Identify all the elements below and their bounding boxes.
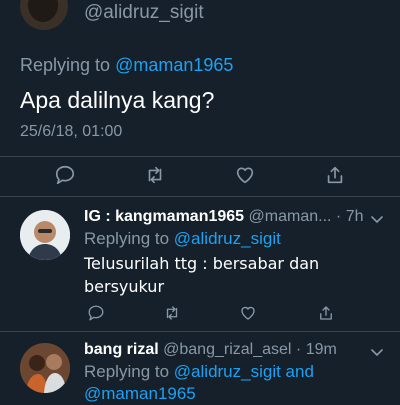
reply-header: bang rizal @bang_rizal_asel · 19m <box>84 341 384 359</box>
replying-to-handle-2[interactable]: @maman1965 <box>84 383 196 405</box>
replying-to-handle[interactable]: @maman1965 <box>115 55 233 75</box>
reply-tweet[interactable]: bang rizal @bang_rizal_asel · 19m Replyi… <box>0 341 400 403</box>
share-icon <box>320 306 332 320</box>
retweet-icon <box>148 166 162 184</box>
share-icon <box>327 166 343 184</box>
retweet-button[interactable] <box>140 160 170 190</box>
tweet-time: 19m <box>305 341 337 358</box>
tweet-text: Apa dalilnya kang? <box>20 87 215 113</box>
like-icon <box>241 306 255 320</box>
replying-to-line: Replying to @maman1965 <box>20 55 233 76</box>
tweet-action-bar <box>0 160 400 190</box>
tweet-action-bar <box>84 301 374 325</box>
dot-separator: · <box>291 341 306 358</box>
reply-button[interactable] <box>50 160 80 190</box>
replying-to-label: Replying to <box>84 229 170 248</box>
share-button[interactable] <box>314 301 338 325</box>
like-icon <box>236 167 254 184</box>
avatar[interactable] <box>20 210 70 260</box>
reply-tweet[interactable]: IG : kangmaman1965 @maman... · 7h Replyi… <box>0 208 400 328</box>
share-button[interactable] <box>320 160 350 190</box>
like-button[interactable] <box>230 160 260 190</box>
user-handle[interactable]: @maman... <box>249 208 332 225</box>
chevron-down-icon[interactable] <box>370 345 384 359</box>
chevron-down-icon[interactable] <box>370 212 384 226</box>
replying-to-line: Replying to @alidruz_sigit and <box>84 361 314 383</box>
avatar[interactable] <box>20 343 70 393</box>
display-name[interactable]: IG : kangmaman1965 <box>84 208 244 225</box>
tweet-timestamp: 25/6/18, 01:00 <box>20 123 123 140</box>
reply-icon <box>88 305 104 321</box>
user-handle[interactable]: @bang_rizal_asel <box>163 341 291 358</box>
replying-to-handle[interactable]: @alidruz_sigit <box>174 229 281 248</box>
retweet-icon <box>166 306 178 320</box>
tweet-text: Telusurilah ttg : bersabar dan bersyukur <box>84 254 320 296</box>
divider <box>0 156 400 157</box>
retweet-button[interactable] <box>160 301 184 325</box>
author-avatar[interactable] <box>20 0 68 30</box>
replying-to-label: Replying to <box>20 55 111 75</box>
reply-icon <box>55 165 75 185</box>
replying-to-label: Replying to <box>84 362 170 381</box>
dot-separator: · <box>331 208 346 225</box>
display-name[interactable]: bang rizal <box>84 341 159 358</box>
like-button[interactable] <box>236 301 260 325</box>
divider <box>0 196 400 197</box>
replying-to-line: Replying to @alidruz_sigit <box>84 228 281 250</box>
tweet-time: 7h <box>345 208 364 225</box>
replying-to-handle[interactable]: @alidruz_sigit and <box>174 362 314 381</box>
reply-header: IG : kangmaman1965 @maman... · 7h <box>84 208 384 226</box>
author-handle[interactable]: @alidruz_sigit <box>84 2 204 24</box>
reply-button[interactable] <box>84 301 108 325</box>
divider <box>0 331 400 332</box>
